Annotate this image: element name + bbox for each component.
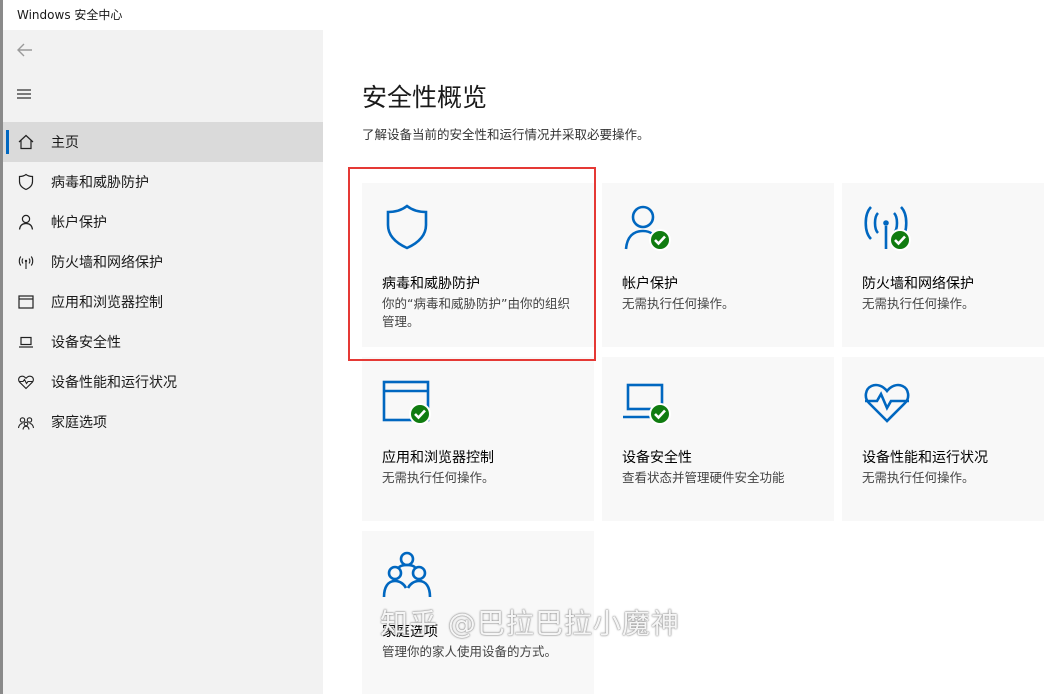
title-bar: Windows 安全中心 [3, 0, 1044, 30]
hamburger-menu-button[interactable] [13, 82, 37, 106]
shield-icon [386, 204, 428, 250]
tile-app-browser-control[interactable]: 应用和浏览器控制 无需执行任何操作。 [362, 357, 594, 521]
tile-account-protection[interactable]: 帐户保护 无需执行任何操作。 [602, 183, 834, 347]
tile-title: 设备安全性 [622, 450, 692, 466]
tile-description: 无需执行任何操作。 [862, 296, 975, 311]
laptop-icon [17, 333, 35, 351]
person-icon [17, 213, 35, 231]
tile-description: 查看状态并管理硬件安全功能 [622, 470, 785, 485]
sidebar-item-virus-protection[interactable]: 病毒和威胁防护 [3, 162, 323, 202]
sidebar-item-family[interactable]: 家庭选项 [3, 402, 323, 442]
sidebar-item-label: 帐户保护 [51, 215, 107, 231]
security-center-window: Windows 安全中心 主页 病毒和威胁防护 帐户保护 防火墙和网络保护 应用… [0, 0, 1044, 694]
sidebar-item-label: 病毒和威胁防护 [51, 175, 149, 191]
sidebar-item-account[interactable]: 帐户保护 [3, 202, 323, 242]
tile-title: 防火墙和网络保护 [862, 276, 974, 292]
tile-device-security[interactable]: 设备安全性 查看状态并管理硬件安全功能 [602, 357, 834, 521]
heart-icon [17, 373, 35, 391]
window-title: Windows 安全中心 [17, 8, 123, 22]
sidebar-item-label: 应用和浏览器控制 [51, 295, 163, 311]
shield-icon [17, 173, 35, 191]
sidebar-item-label: 防火墙和网络保护 [51, 255, 163, 271]
sidebar: 主页 病毒和威胁防护 帐户保护 防火墙和网络保护 应用和浏览器控制 设备安全性 … [3, 30, 323, 694]
sidebar-item-device-health[interactable]: 设备性能和运行状况 [3, 362, 323, 402]
sidebar-nav: 主页 病毒和威胁防护 帐户保护 防火墙和网络保护 应用和浏览器控制 设备安全性 … [3, 122, 323, 442]
sidebar-item-app-browser[interactable]: 应用和浏览器控制 [3, 282, 323, 322]
tile-title: 设备性能和运行状况 [862, 450, 988, 466]
sidebar-item-home[interactable]: 主页 [3, 122, 323, 162]
antenna-check-icon [864, 206, 911, 251]
tile-device-health[interactable]: 设备性能和运行状况 无需执行任何操作。 [842, 357, 1044, 521]
tile-description: 管理你的家人使用设备的方式。 [382, 644, 558, 659]
app-window-icon [17, 293, 35, 311]
sidebar-item-label: 家庭选项 [51, 415, 107, 431]
sidebar-item-label: 设备性能和运行状况 [51, 375, 177, 391]
family-icon [17, 413, 35, 431]
main-content: 安全性概览 了解设备当前的安全性和运行情况并采取必要操作。 病毒和威胁防护 你的… [323, 30, 1044, 694]
sidebar-item-device-security[interactable]: 设备安全性 [3, 322, 323, 362]
tile-description: 无需执行任何操作。 [862, 470, 975, 485]
page-subtitle: 了解设备当前的安全性和运行情况并采取必要操作。 [362, 127, 650, 142]
family-icon [382, 551, 432, 598]
sidebar-item-firewall[interactable]: 防火墙和网络保护 [3, 242, 323, 282]
tile-virus-protection[interactable]: 病毒和威胁防护 你的“病毒和威胁防护”由你的组织管理。 [362, 183, 594, 347]
tile-description: 无需执行任何操作。 [382, 470, 495, 485]
tile-title: 帐户保护 [622, 276, 678, 292]
laptop-check-icon [623, 383, 671, 425]
watermark: 知乎 @巴拉巴拉小魔神 [380, 607, 680, 640]
person-check-icon [624, 205, 671, 251]
home-icon [17, 133, 35, 151]
tile-description: 你的“病毒和威胁防护”由你的组织管理。 [382, 296, 570, 329]
tile-title: 应用和浏览器控制 [382, 450, 494, 466]
tile-description: 无需执行任何操作。 [622, 296, 735, 311]
heart-pulse-icon [864, 383, 910, 423]
app-window-check-icon [382, 380, 431, 425]
sidebar-item-label: 设备安全性 [51, 335, 121, 351]
back-arrow-icon [17, 43, 32, 57]
page-title: 安全性概览 [362, 83, 488, 112]
sidebar-item-label: 主页 [51, 135, 79, 151]
tile-firewall-protection[interactable]: 防火墙和网络保护 无需执行任何操作。 [842, 183, 1044, 347]
back-button[interactable] [13, 38, 37, 62]
hamburger-icon [17, 89, 31, 99]
tile-title: 病毒和威胁防护 [382, 276, 480, 292]
wifi-signal-icon [17, 253, 35, 271]
